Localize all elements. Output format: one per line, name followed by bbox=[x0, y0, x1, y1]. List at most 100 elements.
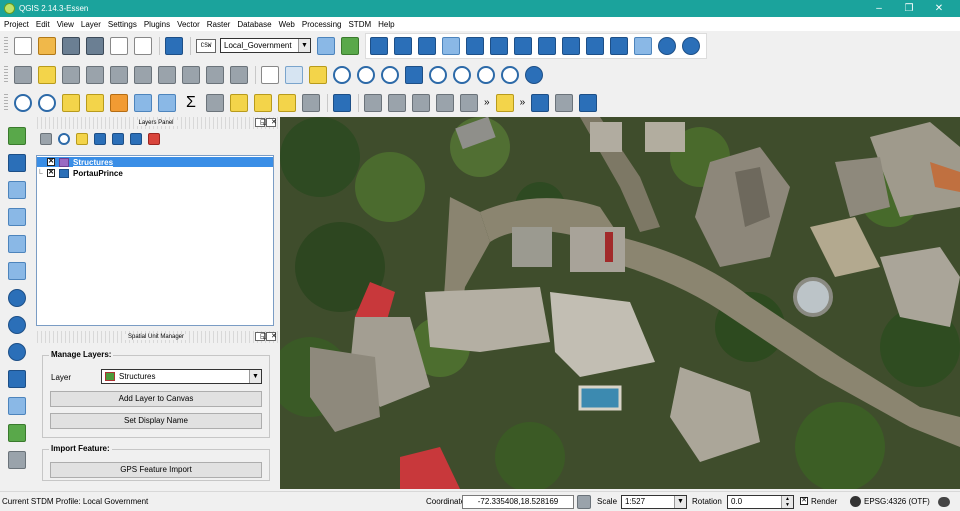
stdm-reports-icon[interactable] bbox=[538, 36, 556, 55]
chevron-down-icon[interactable]: ▼ bbox=[298, 39, 310, 52]
add-spatialite-layer-icon[interactable] bbox=[8, 208, 26, 226]
toolbar-grip[interactable] bbox=[4, 36, 8, 55]
add-vector-layer-icon[interactable] bbox=[8, 127, 26, 145]
map-canvas[interactable] bbox=[280, 117, 960, 489]
stdm-users-icon[interactable] bbox=[610, 36, 628, 55]
zoom-out-icon[interactable] bbox=[357, 65, 375, 84]
menu-web[interactable]: Web bbox=[279, 20, 295, 29]
close-button[interactable]: ✕ bbox=[924, 0, 954, 17]
new-gps-layer-icon[interactable] bbox=[8, 451, 26, 469]
stdm-export-icon[interactable] bbox=[514, 36, 532, 55]
menu-database[interactable]: Database bbox=[237, 20, 271, 29]
add-wfs-layer-icon[interactable] bbox=[8, 343, 26, 361]
messages-icon[interactable] bbox=[938, 496, 950, 507]
set-display-name-button[interactable]: Set Display Name bbox=[50, 413, 262, 429]
render-checkbox[interactable]: ✕ bbox=[800, 497, 808, 505]
pan-map-icon[interactable] bbox=[285, 65, 303, 84]
wms-icon[interactable] bbox=[531, 93, 550, 112]
stdm-manager-icon[interactable] bbox=[370, 36, 388, 55]
layers-panel-header[interactable]: Layers Panel ◱ ✕ bbox=[34, 117, 278, 129]
composer-manager-icon[interactable] bbox=[134, 36, 152, 55]
stdm-logout-icon[interactable] bbox=[634, 36, 652, 55]
pin-labels-icon[interactable] bbox=[388, 93, 406, 112]
show-bookmarks-icon[interactable] bbox=[278, 93, 296, 112]
stdm-entities-icon[interactable] bbox=[418, 36, 436, 55]
zoom-in-icon[interactable] bbox=[333, 65, 351, 84]
filter-expression-icon[interactable] bbox=[94, 133, 106, 145]
add-oracle-layer-icon[interactable] bbox=[8, 262, 26, 280]
text-annotation-icon[interactable] bbox=[302, 93, 320, 112]
statistical-summary-icon[interactable]: Σ bbox=[182, 93, 200, 112]
toolbar-grip[interactable] bbox=[4, 65, 8, 84]
zoom-to-selection-icon[interactable] bbox=[429, 65, 447, 84]
profile-combo[interactable]: Local_Government ▼ bbox=[220, 38, 311, 53]
add-feature-icon[interactable] bbox=[86, 65, 104, 84]
stdm-composer-icon[interactable] bbox=[586, 36, 604, 55]
crs-globe-icon[interactable] bbox=[850, 496, 861, 507]
stdm-options-icon[interactable] bbox=[317, 36, 335, 55]
rotation-spinbox[interactable]: 0.0 ▲ ▼ bbox=[727, 494, 794, 509]
gps-feature-import-button[interactable]: GPS Feature Import bbox=[50, 462, 262, 478]
menu-project[interactable]: Project bbox=[4, 20, 29, 29]
toolbar-grip[interactable] bbox=[4, 93, 8, 112]
scale-combo[interactable]: 1:527 ▼ bbox=[621, 494, 687, 509]
layer-item-portauprince[interactable]: └ ✕ PortauPrince bbox=[37, 168, 273, 178]
add-mssql-layer-icon[interactable] bbox=[8, 235, 26, 253]
menu-view[interactable]: View bbox=[57, 20, 74, 29]
pan-to-selection-icon[interactable] bbox=[309, 65, 327, 84]
identify-features-icon[interactable] bbox=[14, 93, 32, 112]
minimize-button[interactable]: – bbox=[864, 0, 894, 17]
open-field-calculator-icon[interactable] bbox=[158, 93, 176, 112]
delete-selected-icon[interactable] bbox=[158, 65, 176, 84]
csw-icon[interactable]: CSW bbox=[196, 38, 216, 53]
add-layer-to-canvas-button[interactable]: Add Layer to Canvas bbox=[50, 391, 262, 407]
paste-features-icon[interactable] bbox=[230, 65, 248, 84]
layer-select[interactable]: Structures ▼ bbox=[101, 369, 262, 384]
move-label-icon[interactable] bbox=[436, 93, 454, 112]
menu-plugins[interactable]: Plugins bbox=[144, 20, 170, 29]
collapse-all-icon[interactable] bbox=[130, 133, 142, 145]
open-layer-styling-icon[interactable] bbox=[40, 133, 52, 145]
layer-item-structures[interactable]: ✕ Structures bbox=[37, 157, 273, 167]
expand-all-icon[interactable] bbox=[112, 133, 124, 145]
help-icon[interactable] bbox=[165, 36, 183, 55]
layer-checkbox[interactable]: ✕ bbox=[47, 169, 55, 177]
add-wms-layer-icon[interactable] bbox=[8, 289, 26, 307]
close-icon[interactable]: ✕ bbox=[266, 332, 277, 341]
refresh-icon[interactable] bbox=[525, 65, 543, 84]
menu-layer[interactable]: Layer bbox=[81, 20, 101, 29]
new-bookmark-icon[interactable] bbox=[254, 93, 272, 112]
map-tips-icon[interactable] bbox=[230, 93, 248, 112]
crs-status[interactable]: EPSG:4326 (OTF) bbox=[864, 497, 930, 506]
layer-labeling-icon[interactable] bbox=[364, 93, 382, 112]
remove-layer-icon[interactable] bbox=[148, 133, 160, 145]
add-delimited-text-icon[interactable] bbox=[8, 370, 26, 388]
menu-vector[interactable]: Vector bbox=[177, 20, 200, 29]
layer-checkbox[interactable]: ✕ bbox=[47, 158, 55, 166]
stdm-layers-icon[interactable] bbox=[394, 36, 412, 55]
spin-arrows-icon[interactable]: ▲ ▼ bbox=[781, 495, 793, 508]
close-icon[interactable]: ✕ bbox=[266, 118, 277, 127]
save-edits-icon[interactable] bbox=[62, 65, 80, 84]
new-shapefile-icon[interactable] bbox=[8, 397, 26, 415]
spatial-unit-manager-header[interactable]: Spatial Unit Manager ◱ ✕ bbox=[34, 331, 278, 343]
new-spatialite-layer-icon[interactable] bbox=[8, 424, 26, 442]
select-by-value-icon[interactable] bbox=[86, 93, 104, 112]
abc-label-icon[interactable] bbox=[495, 93, 514, 112]
move-feature-icon[interactable] bbox=[110, 65, 128, 84]
menu-edit[interactable]: Edit bbox=[36, 20, 50, 29]
open-attribute-table-icon[interactable] bbox=[134, 93, 152, 112]
plugin-icon[interactable] bbox=[555, 93, 574, 112]
zoom-next-icon[interactable] bbox=[501, 65, 519, 84]
select-by-expression-icon[interactable] bbox=[38, 93, 56, 112]
stdm-templates-icon[interactable] bbox=[562, 36, 580, 55]
add-group-icon[interactable] bbox=[58, 133, 70, 145]
rotate-label-icon[interactable] bbox=[460, 93, 478, 112]
stdm-spatial-unit-icon[interactable] bbox=[442, 36, 460, 55]
copy-features-icon[interactable] bbox=[206, 65, 224, 84]
stdm-about-icon[interactable] bbox=[682, 36, 700, 55]
zoom-last-icon[interactable] bbox=[477, 65, 495, 84]
measure-line-icon[interactable] bbox=[206, 93, 224, 112]
python-console-icon[interactable] bbox=[333, 93, 351, 112]
toggle-editing-icon[interactable] bbox=[38, 65, 56, 84]
